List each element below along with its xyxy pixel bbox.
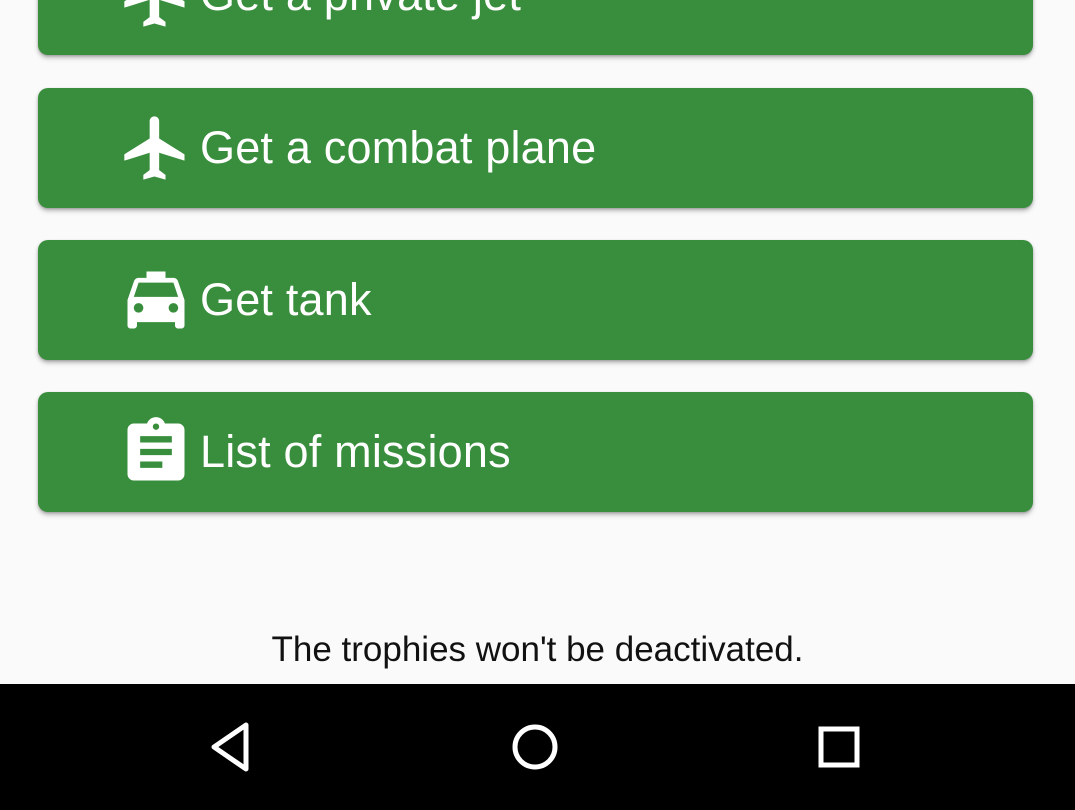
get-private-jet-label: Get a private jet <box>200 0 521 21</box>
trophies-note: The trophies won't be deactivated. <box>271 630 804 669</box>
back-button[interactable] <box>187 702 277 792</box>
get-tank-button[interactable]: Get tank <box>38 240 1033 360</box>
taxi-icon <box>118 262 194 338</box>
get-combat-plane-button[interactable]: Get a combat plane <box>38 88 1033 208</box>
get-tank-label: Get tank <box>200 274 372 325</box>
recents-square-icon <box>818 726 860 768</box>
main-content: Get a private jet Get a combat plane Get… <box>0 0 1075 684</box>
home-circle-icon <box>512 724 558 770</box>
airplane-icon <box>118 0 194 33</box>
airplane-icon <box>118 110 194 186</box>
recents-button[interactable] <box>794 702 884 792</box>
clipboard-icon <box>118 414 194 490</box>
back-triangle-icon <box>211 722 249 772</box>
list-of-missions-button[interactable]: List of missions <box>38 392 1033 512</box>
list-of-missions-label: List of missions <box>200 426 511 477</box>
get-combat-plane-label: Get a combat plane <box>200 122 597 173</box>
home-button[interactable] <box>490 702 580 792</box>
system-navigation-bar <box>0 684 1075 810</box>
get-private-jet-button[interactable]: Get a private jet <box>38 0 1033 55</box>
